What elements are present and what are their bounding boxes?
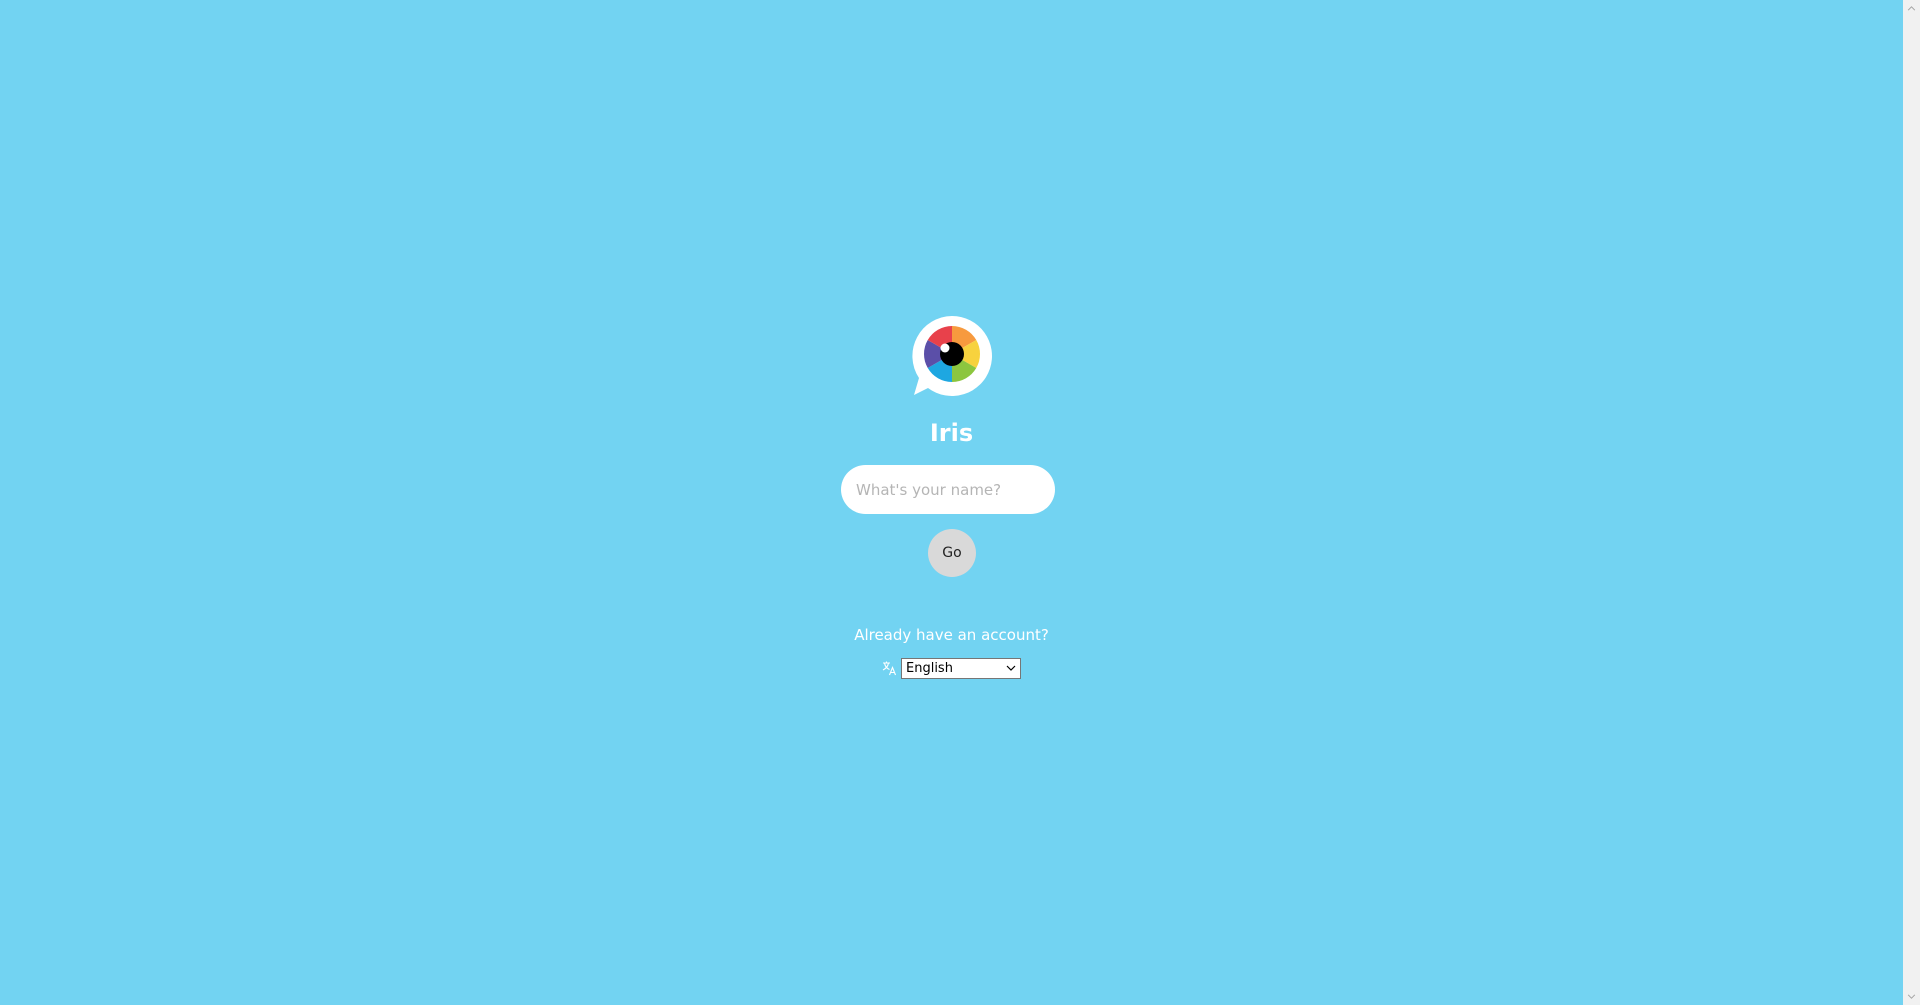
language-select[interactable]: English	[901, 657, 1021, 679]
go-button[interactable]: Go	[928, 529, 976, 577]
name-input[interactable]	[841, 465, 1055, 514]
already-have-account-link[interactable]: Already have an account?	[0, 625, 1903, 645]
scroll-down-icon[interactable]	[1903, 988, 1920, 1005]
language-selector-row: English	[881, 657, 1021, 679]
iris-logo-icon	[912, 316, 992, 396]
page: Iris Go Already have an account? English	[0, 0, 1920, 1005]
chevron-down-icon	[1006, 665, 1016, 671]
translate-icon	[882, 661, 897, 676]
app-title: Iris	[929, 419, 974, 447]
login-screen: Iris Go Already have an account? English	[0, 0, 1903, 1005]
vertical-scrollbar[interactable]	[1903, 0, 1920, 1005]
language-select-value: English	[906, 660, 953, 676]
scroll-up-icon[interactable]	[1903, 0, 1920, 17]
